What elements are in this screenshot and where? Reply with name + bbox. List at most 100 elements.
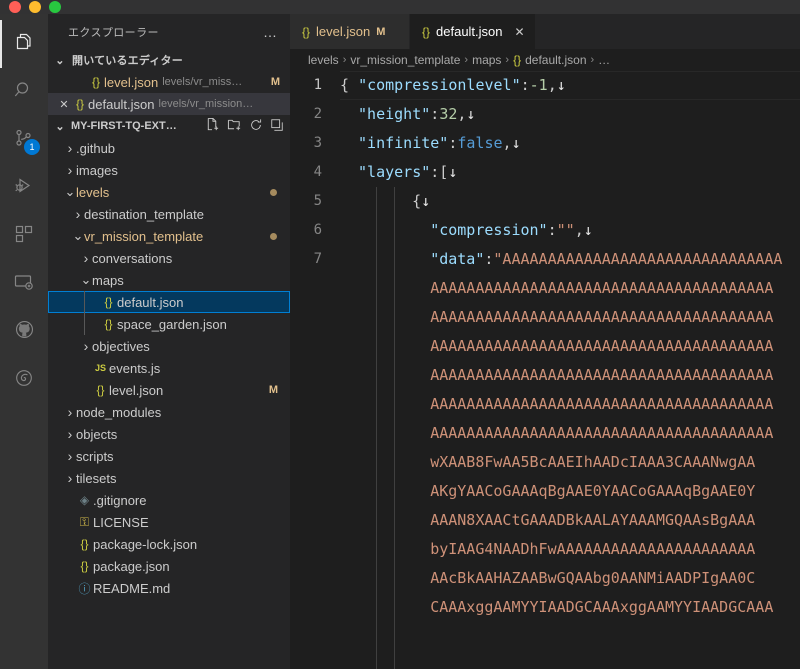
tree-item[interactable]: ⌄levels [48,181,290,203]
open-editors-label: 開いているエディター [72,52,183,68]
tree-item[interactable]: JSevents.js [48,357,290,379]
chevron-right-icon: › [64,162,76,178]
code-line[interactable]: 6"compression":"",↓ [290,216,800,245]
activity-extensions[interactable] [0,212,48,260]
json-file-icon: {} [92,383,109,397]
code-line[interactable]: AAAAAAAAAAAAAAAAAAAAAAAAAAAAAAAAAAAAAA [290,419,800,448]
tree-item[interactable]: ›objectives [48,335,290,357]
tab-label: default.json [436,24,503,39]
activity-source-control[interactable]: 1 [0,116,48,164]
new-file-icon[interactable] [205,117,220,135]
code-token: AKgYAACoGAAAqBgAAE0YAACoGAAAqBgAAE0Y [430,482,755,500]
breadcrumb-item[interactable]: maps [472,53,501,67]
json-icon: {} [513,53,521,67]
code-line[interactable]: AAcBkAAHAZAABwGQAAbg0AANMiAADPIgAA0C [290,564,800,593]
tree-item[interactable]: ›node_modules [48,401,290,423]
new-folder-icon[interactable] [227,117,242,135]
minimize-window-button[interactable] [29,1,41,13]
code-line-text: wXAAB8FwAA5BcAAEIhAADcIAAA3CAAANwgAA [340,448,800,477]
open-editors-header[interactable]: ⌄ 開いているエディター [48,49,290,71]
collapse-all-icon[interactable] [270,118,284,135]
tree-item-label: maps [92,273,124,288]
code-line[interactable]: AAAAAAAAAAAAAAAAAAAAAAAAAAAAAAAAAAAAAA [290,303,800,332]
code-token: ↓ [448,163,457,181]
json-file-icon: {} [100,295,117,309]
json-file-icon: {} [76,559,93,573]
tree-item[interactable]: ◈.gitignore [48,489,290,511]
breadcrumb-item[interactable]: default.json [525,53,586,67]
tree-item-label: package.json [93,559,170,574]
code-line[interactable]: 5{↓ [290,187,800,216]
code-line[interactable]: 3"infinite":false,↓ [290,129,800,158]
code-line[interactable]: 4"layers":[↓ [290,158,800,187]
activity-github[interactable] [0,308,48,356]
open-editor-name: level.json [104,75,158,90]
project-root-header[interactable]: ⌄ MY-FIRST-TQ-EXTEN… [48,115,290,137]
tab-level-json[interactable]: {} level.json M [290,14,410,49]
code-line[interactable]: AAAN8XAACtGAAADBkAALAYAAAMGQAAsBgAAA [290,506,800,535]
code-line[interactable]: AAAAAAAAAAAAAAAAAAAAAAAAAAAAAAAAAAAAAA [290,390,800,419]
tree-item[interactable]: ⌄vr_mission_template [48,225,290,247]
code-token: ↓ [421,192,430,210]
tree-item[interactable]: ›conversations [48,247,290,269]
code-line[interactable]: 7"data":"AAAAAAAAAAAAAAAAAAAAAAAAAAAAAAA [290,245,800,274]
tree-item[interactable]: ›.github [48,137,290,159]
tree-item[interactable]: ›scripts [48,445,290,467]
code-line[interactable]: AKgYAACoGAAAqBgAAE0YAACoGAAAqBgAAE0Y [290,477,800,506]
tree-item[interactable]: ⚿LICENSE [48,511,290,533]
code-line[interactable]: AAAAAAAAAAAAAAAAAAAAAAAAAAAAAAAAAAAAAA [290,361,800,390]
tree-item[interactable]: ›tilesets [48,467,290,489]
code-line[interactable]: 2"height":32,↓ [290,100,800,129]
close-icon[interactable]: ✕ [56,98,72,111]
code-line-text: "layers":[↓ [340,158,800,187]
code-token: { [412,192,421,210]
breadcrumb-item[interactable]: … [598,53,610,67]
line-number: 4 [290,158,340,187]
code-line[interactable]: CAAAxggAAMYYIAADGCAAAxggAAMYYIAADGCAAA [290,593,800,622]
tree-item[interactable]: ⌄maps [48,269,290,291]
line-number: 1 [290,71,340,100]
indent-guide [84,291,85,313]
code-line[interactable]: AAAAAAAAAAAAAAAAAAAAAAAAAAAAAAAAAAAAAA [290,274,800,303]
zoom-window-button[interactable] [49,1,61,13]
activity-remote-explorer[interactable] [0,260,48,308]
activity-explorer[interactable] [0,20,48,68]
breadcrumb[interactable]: levels›vr_mission_template›maps›{}defaul… [290,49,800,71]
more-actions-icon[interactable]: … [263,24,282,40]
close-icon[interactable]: ✕ [515,25,525,39]
line-number: 6 [290,216,340,245]
tree-item[interactable]: {}level.jsonM [48,379,290,401]
tree-item[interactable]: ›destination_template [48,203,290,225]
tree-item[interactable]: {}package-lock.json [48,533,290,555]
refresh-icon[interactable] [249,118,263,135]
js-file-icon: JS [92,363,109,373]
code-token: "layers" [358,163,430,181]
chevron-right-icon: › [64,470,76,486]
code-line[interactable]: wXAAB8FwAA5BcAAEIhAADcIAAA3CAAANwgAA [290,448,800,477]
tree-item[interactable]: {}default.json [48,291,290,313]
code-line[interactable]: AAAAAAAAAAAAAAAAAAAAAAAAAAAAAAAAAAAAAA [290,332,800,361]
tree-item-label: tilesets [76,471,116,486]
tree-item-label: package-lock.json [93,537,197,552]
open-editor-item[interactable]: ✕ {} default.json levels/vr_mission… [48,93,290,115]
tree-item[interactable]: ›images [48,159,290,181]
tree-item[interactable]: {}package.json [48,555,290,577]
tab-default-json[interactable]: {} default.json ✕ [410,14,536,49]
activity-run-and-debug[interactable] [0,164,48,212]
tree-item[interactable]: ›objects [48,423,290,445]
tree-item[interactable]: {}space_garden.json [48,313,290,335]
activity-todo-tree[interactable] [0,356,48,404]
code-line[interactable]: byIAAG4NAADhFwAAAAAAAAAAAAAAAAAAAAAA [290,535,800,564]
activity-search[interactable] [0,68,48,116]
close-window-button[interactable] [9,1,21,13]
tree-item[interactable]: ⓘREADME.md [48,577,290,599]
code-editor[interactable]: 1{ "compressionlevel":-1,↓2"height":32,↓… [290,71,800,669]
sidebar-header: エクスプローラー … [48,14,290,49]
editor-indent-guide [376,187,377,669]
file-tree[interactable]: ›.github›images⌄levels›destination_templ… [48,137,290,669]
breadcrumb-item[interactable]: vr_mission_template [350,53,460,67]
code-token: AAAAAAAAAAAAAAAAAAAAAAAAAAAAAAAAAAAAAA [430,308,773,326]
open-editor-item[interactable]: {} level.json levels/vr_miss… M [48,71,290,93]
breadcrumb-item[interactable]: levels [308,53,339,67]
code-line-text: AAAAAAAAAAAAAAAAAAAAAAAAAAAAAAAAAAAAAA [340,390,800,419]
